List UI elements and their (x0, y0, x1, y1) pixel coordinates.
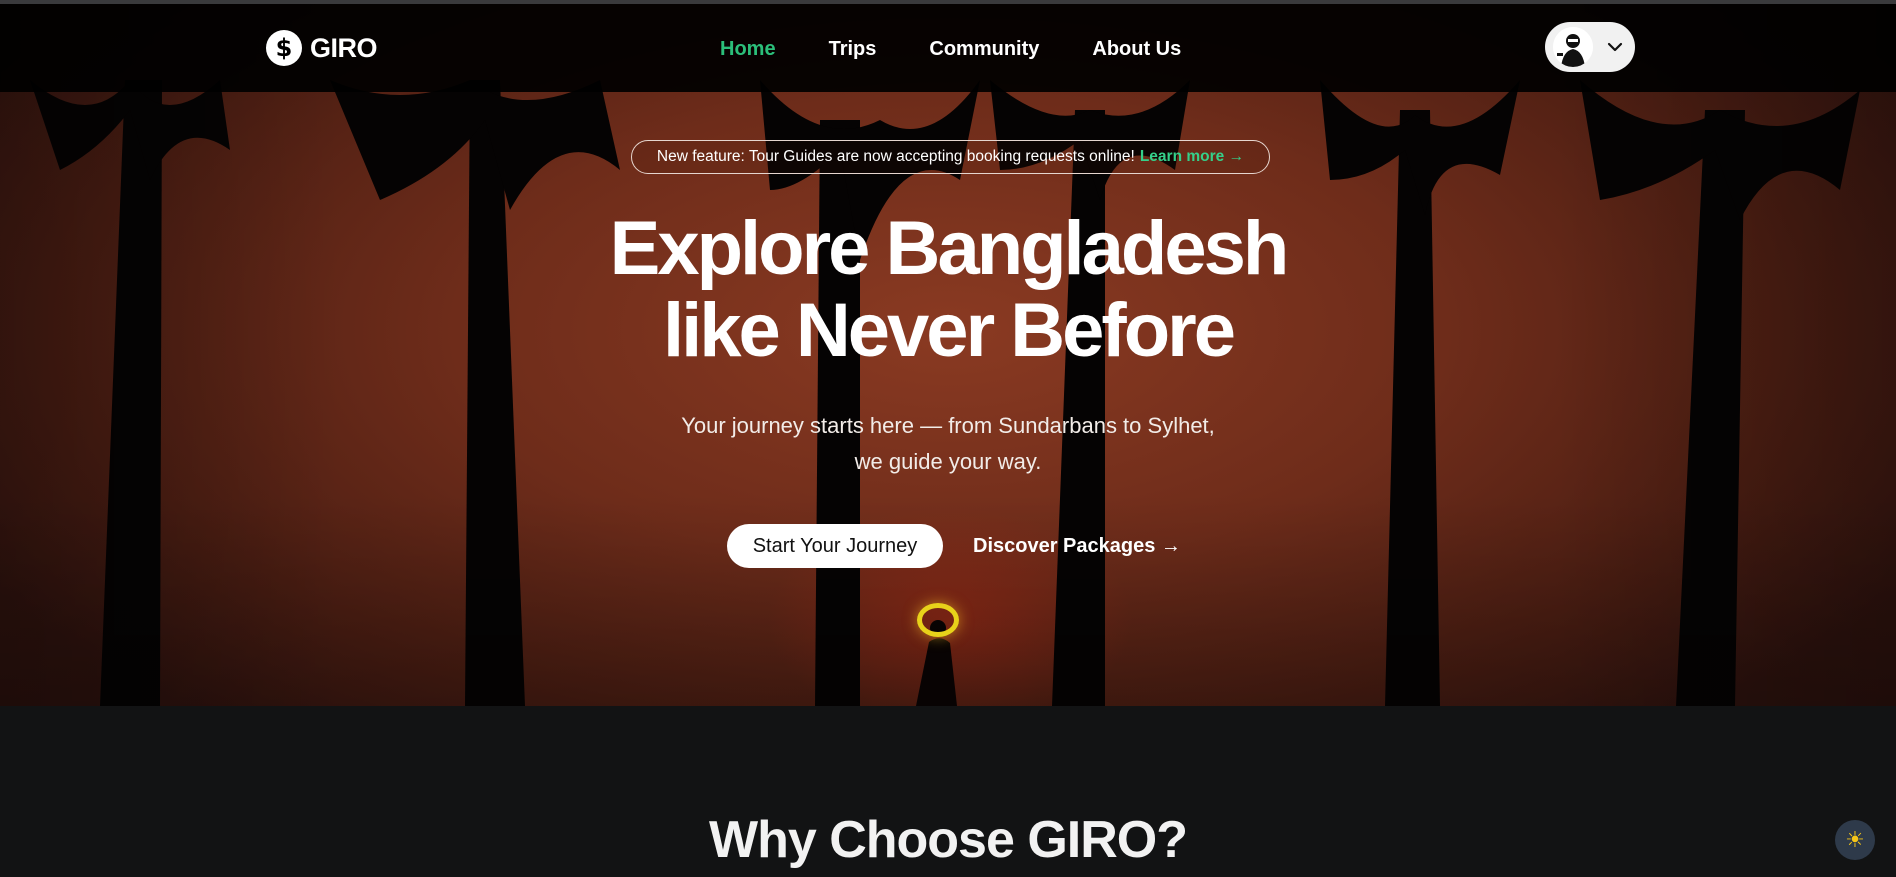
brand-logo[interactable]: $ GIRO (266, 30, 378, 66)
hero-subtitle: Your journey starts here — from Sundarba… (0, 408, 1896, 480)
hero-cta-row: Start Your Journey Discover Packages → (727, 524, 1181, 568)
hero-subtitle-line2: we guide your way. (854, 449, 1042, 474)
sun-halo (917, 603, 959, 637)
learn-more-link[interactable]: Learn more → (1140, 148, 1244, 166)
hero-title-line1: Explore Bangladesh (609, 206, 1290, 291)
why-title: Why Choose GIRO? (709, 811, 1188, 869)
nav-link-about-us[interactable]: About Us (1092, 38, 1181, 61)
chevron-down-icon (1607, 42, 1623, 52)
logo-icon: $ (266, 30, 302, 66)
hero-title-line2: like Never Before (663, 288, 1236, 373)
brand-name: GIRO (310, 32, 378, 63)
start-journey-button[interactable]: Start Your Journey (727, 524, 943, 568)
hero-section: New feature: Tour Guides are now accepti… (0, 0, 1896, 706)
nav-link-community[interactable]: Community (929, 38, 1039, 61)
hero-title: Explore Bangladesh like Never Before (0, 208, 1896, 372)
user-menu-button[interactable] (1545, 22, 1635, 72)
discover-packages-link[interactable]: Discover Packages → (973, 535, 1181, 558)
nav-links: Home Trips Community About Us (720, 38, 1234, 61)
nav-link-trips[interactable]: Trips (829, 38, 877, 61)
hero-subtitle-line1: Your journey starts here — from Sundarba… (681, 413, 1215, 438)
window-top-border (0, 0, 1896, 4)
nav-link-home[interactable]: Home (720, 38, 776, 61)
sun-icon: ☀ (1845, 827, 1865, 853)
announcement-text: New feature: Tour Guides are now accepti… (656, 148, 1135, 165)
avatar (1553, 27, 1593, 67)
announcement-banner[interactable]: New feature: Tour Guides are now accepti… (631, 140, 1270, 174)
why-section: Why Choose GIRO? (0, 706, 1896, 877)
theme-toggle-button[interactable]: ☀ (1835, 820, 1875, 860)
top-navbar: $ GIRO Home Trips Community About Us (0, 4, 1896, 92)
